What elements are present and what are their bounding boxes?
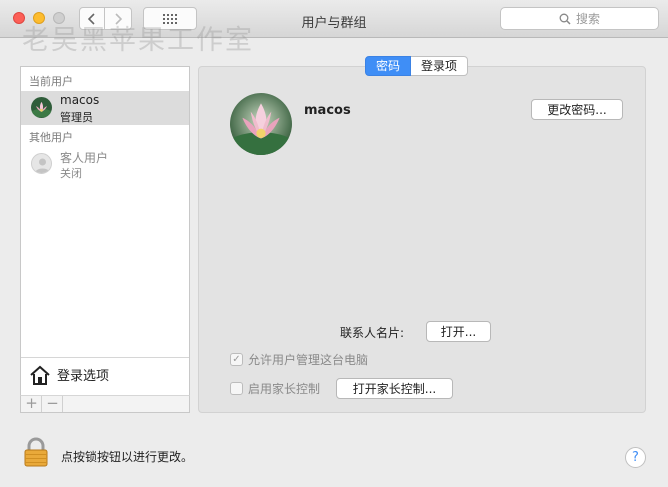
user-display-name: macos xyxy=(304,103,351,118)
search-icon xyxy=(559,13,571,25)
contact-card-label: 联系人名片: xyxy=(340,326,405,340)
tab-password[interactable]: 密码 xyxy=(365,56,412,76)
change-password-button[interactable]: 更改密码... xyxy=(531,99,623,120)
allow-admin-checkbox[interactable]: ✓ xyxy=(230,353,243,366)
house-icon xyxy=(30,365,50,385)
person-icon xyxy=(31,153,52,174)
user-name-macos: macos xyxy=(60,93,100,107)
help-button[interactable]: ? xyxy=(625,447,646,468)
lock-hint-text: 点按锁按钮以进行更改。 xyxy=(61,450,194,464)
other-users-header: 其他用户 xyxy=(29,131,73,144)
tab-bar: 密码 登录项 xyxy=(365,56,469,76)
login-options-item[interactable]: 登录选项 xyxy=(21,357,189,391)
lotus-avatar-icon xyxy=(31,97,52,118)
open-parental-controls-button[interactable]: 打开家长控制... xyxy=(336,378,453,399)
user-avatar[interactable] xyxy=(230,93,292,155)
allow-admin-row: ✓ 允许用户管理这台电脑 xyxy=(230,351,368,368)
user-row-macos[interactable]: macos 管理员 xyxy=(21,91,189,125)
parental-control-row: 启用家长控制 xyxy=(230,380,320,397)
user-row-guest[interactable]: 客人用户 关闭 xyxy=(21,147,189,181)
tab-login-items[interactable]: 登录项 xyxy=(411,56,469,76)
lock-icon[interactable] xyxy=(24,437,48,467)
user-role-admin: 管理员 xyxy=(60,111,93,124)
user-role-off: 关闭 xyxy=(60,167,82,180)
parental-control-label: 启用家长控制 xyxy=(248,382,321,396)
search-placeholder: 搜索 xyxy=(575,12,600,26)
add-user-button[interactable]: + xyxy=(22,396,42,412)
open-contact-card-button[interactable]: 打开... xyxy=(426,321,491,342)
user-list: 当前用户 macos 管理员 其他用户 客人用户 关闭 登录选项 xyxy=(20,66,190,413)
title-bar: 用户与群组 搜索 xyxy=(0,0,668,38)
current-users-header: 当前用户 xyxy=(29,75,73,88)
user-name-guest: 客人用户 xyxy=(60,151,109,165)
sidebar-footer: + − xyxy=(20,395,190,413)
allow-admin-label: 允许用户管理这台电脑 xyxy=(248,353,369,367)
remove-user-button[interactable]: − xyxy=(43,396,63,412)
parental-control-checkbox[interactable] xyxy=(230,382,243,395)
login-options-label: 登录选项 xyxy=(57,369,110,384)
search-field[interactable]: 搜索 xyxy=(500,7,659,30)
checkmark-icon: ✓ xyxy=(232,354,241,365)
